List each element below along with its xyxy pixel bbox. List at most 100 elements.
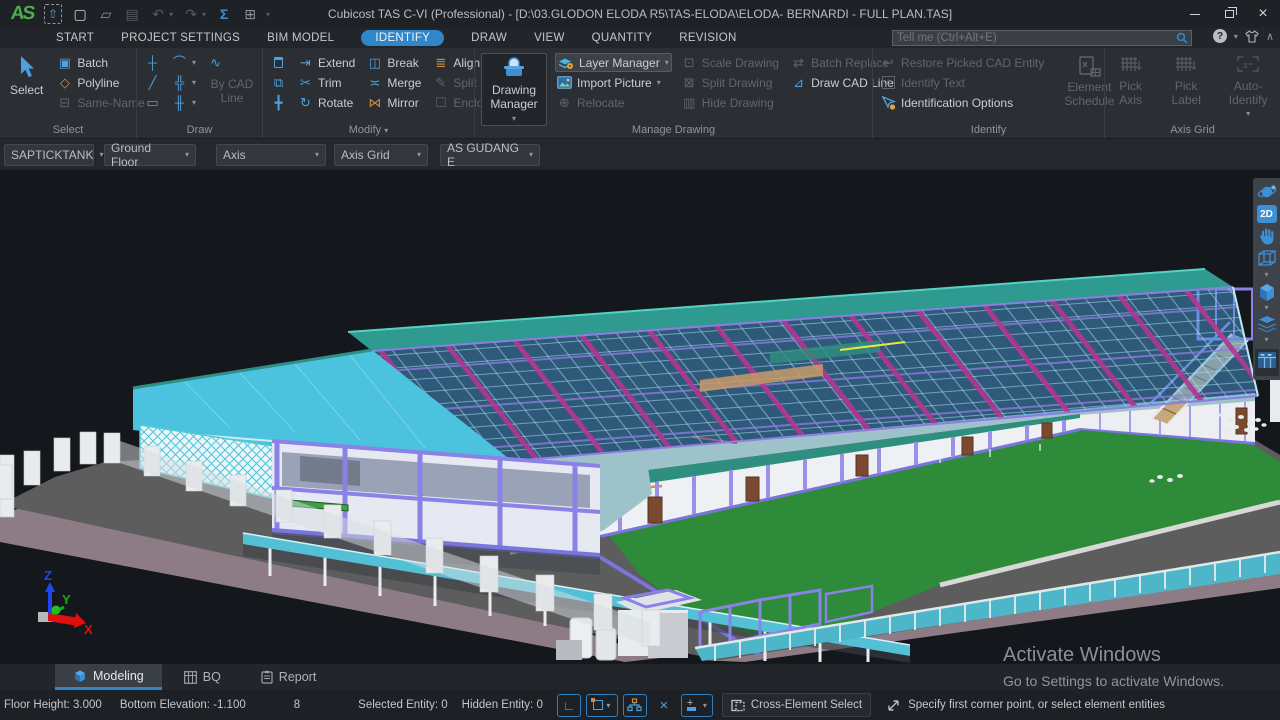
trim-icon: ✂ xyxy=(298,75,313,90)
tab-start[interactable]: START xyxy=(56,32,94,44)
chevron-down-icon[interactable]: ▾ xyxy=(1264,337,1268,343)
identify-text-button[interactable]: AIdentify Text xyxy=(879,73,1046,92)
chevron-down-icon[interactable]: ▾ xyxy=(1264,305,1268,311)
redo-icon[interactable]: ↷ xyxy=(183,5,199,23)
split-icon: ✎ xyxy=(433,75,448,90)
help-icon[interactable]: ? xyxy=(1213,29,1227,43)
copy-button[interactable]: ⧉ xyxy=(269,73,288,92)
undo-icon[interactable]: ↶ xyxy=(150,5,166,23)
relocate-button[interactable]: ⊕Relocate xyxy=(555,93,672,112)
polyline-select-button[interactable]: ◇Polyline xyxy=(55,73,146,92)
tab-report[interactable]: Report xyxy=(243,664,335,690)
save-file-icon[interactable]: ▤ xyxy=(124,5,140,23)
view-identify-icon[interactable]: ⊞ xyxy=(242,5,258,23)
region-select-button[interactable]: ▾ xyxy=(586,694,618,717)
layer-manager-button[interactable]: Layer Manager▾ xyxy=(555,53,672,72)
delete-button[interactable] xyxy=(269,53,288,72)
tellme-search-box[interactable] xyxy=(892,30,1192,46)
same-name-select-button[interactable]: ⊟Same-Name xyxy=(55,93,146,112)
enclose-icon: ☐ xyxy=(433,95,448,110)
draw-node-line-button[interactable]: ∿ xyxy=(206,53,262,72)
split-drawing-button[interactable]: ⊠Split Drawing xyxy=(680,73,781,92)
auto-identify-button[interactable]: Auto-Identify▾ xyxy=(1222,53,1274,120)
redo-dropdown-icon[interactable]: ▾ xyxy=(202,10,206,19)
pick-axis-button[interactable]: Pick Axis xyxy=(1111,53,1150,109)
2d-view-button[interactable]: 2D xyxy=(1257,205,1277,223)
export-model-icon[interactable]: ⇧ xyxy=(44,4,62,24)
element-type-dropdown[interactable]: Axis▾ xyxy=(216,144,326,166)
tellme-search-input[interactable] xyxy=(893,32,1176,44)
extend-button[interactable]: ⇥Extend xyxy=(296,53,357,72)
import-picture-button[interactable]: Import Picture▾ xyxy=(555,73,672,92)
tab-project-settings[interactable]: PROJECT SETTINGS xyxy=(121,32,240,44)
tab-identify[interactable]: IDENTIFY xyxy=(361,30,444,46)
draw-line-button[interactable]: ╱ xyxy=(143,73,162,92)
toolbar-more-icon[interactable]: ▾ xyxy=(266,10,270,19)
septic-tank-dropdown[interactable]: SAPTICKTANK▾ xyxy=(4,144,94,166)
break-button[interactable]: ◫Break xyxy=(365,53,423,72)
tab-bim-model[interactable]: BIM MODEL xyxy=(267,32,334,44)
by-cad-line-button[interactable]: By CAD Line xyxy=(206,73,262,111)
sum-quantity-icon[interactable]: Σ xyxy=(216,5,232,23)
floor-dropdown[interactable]: Ground Floor▾ xyxy=(104,144,196,166)
restore-picked-cad-button[interactable]: ↩Restore Picked CAD Entity xyxy=(879,53,1046,72)
draw-grid-button[interactable]: ╬▾ xyxy=(170,73,198,92)
draw-point-button[interactable]: ┼ xyxy=(143,53,162,72)
rotate-button[interactable]: ↻Rotate xyxy=(296,93,357,112)
hide-drawing-button[interactable]: ▥Hide Drawing xyxy=(680,93,781,112)
chevron-down-icon[interactable]: ▾ xyxy=(1264,272,1268,278)
model-canvas[interactable]: Z Y X xyxy=(0,170,1280,663)
close-button[interactable]: × xyxy=(1246,0,1280,28)
ribbon-tab-bar: START PROJECT SETTINGS BIM MODEL IDENTIF… xyxy=(0,28,1280,48)
ortho-mode-button[interactable]: ∟ xyxy=(557,694,581,717)
tab-quantity[interactable]: QUANTITY xyxy=(592,32,653,44)
pan-hand-icon[interactable] xyxy=(1259,227,1275,245)
undo-dropdown-icon[interactable]: ▾ xyxy=(169,10,173,19)
element-subtype-dropdown[interactable]: Axis Grid▾ xyxy=(334,144,428,166)
clear-selection-button[interactable]: × xyxy=(652,694,676,717)
group-label-manage-drawing: Manage Drawing xyxy=(475,124,872,136)
group-label-axis-grid: Axis Grid xyxy=(1105,124,1280,136)
floor-height-status: Floor Height: 3.000 xyxy=(4,699,102,711)
orbit-icon[interactable] xyxy=(1257,183,1277,201)
merge-button[interactable]: ≍Merge xyxy=(365,73,423,92)
new-file-icon[interactable]: ▢ xyxy=(72,5,88,23)
append-select-button[interactable]: +▾ xyxy=(681,694,713,717)
tab-revision[interactable]: REVISION xyxy=(679,32,736,44)
maximize-button[interactable] xyxy=(1212,0,1246,28)
open-file-icon[interactable]: ▱ xyxy=(98,5,114,23)
cross-element-select-toggle[interactable]: Cross-Element Select xyxy=(722,693,871,717)
tab-bq[interactable]: BQ xyxy=(166,664,239,690)
theme-shirt-icon[interactable] xyxy=(1245,30,1259,43)
element-schedule-view-button[interactable] xyxy=(1255,349,1279,376)
element-hierarchy-button[interactable] xyxy=(623,694,647,717)
shaded-view-icon[interactable] xyxy=(1257,282,1277,301)
identification-options-button[interactable]: Identification Options xyxy=(879,93,1046,112)
help-dropdown-icon[interactable]: ▾ xyxy=(1234,32,1238,41)
layers-icon[interactable] xyxy=(1257,315,1277,333)
axis-name-dropdown[interactable]: AS GUDANG E▾ xyxy=(440,144,540,166)
wireframe-view-icon[interactable] xyxy=(1257,249,1277,268)
drawing-manager-button[interactable]: Drawing Manager▾ xyxy=(481,53,547,126)
tab-modeling[interactable]: Modeling xyxy=(55,664,162,690)
draw-grid2-button[interactable]: ╫▾ xyxy=(170,93,198,112)
ribbon-group-manage-drawing: Drawing Manager▾ Layer Manager▾ Import P… xyxy=(474,48,872,138)
3d-viewport[interactable]: Z Y X 2D ▾ ▾ ▾ xyxy=(0,170,1280,663)
chevron-down-icon: ▾ xyxy=(529,150,533,159)
move-button[interactable]: ╋ xyxy=(269,93,288,112)
select-button[interactable]: Select xyxy=(6,53,47,99)
search-icon[interactable] xyxy=(1176,32,1188,44)
tab-draw[interactable]: DRAW xyxy=(471,32,507,44)
collapse-ribbon-icon[interactable]: ∧ xyxy=(1266,30,1274,43)
scale-drawing-button[interactable]: ⊡Scale Drawing xyxy=(680,53,781,72)
mirror-button[interactable]: ⋈Mirror xyxy=(365,93,423,112)
draw-arc-button[interactable]: ⌒▾ xyxy=(170,53,198,72)
group-label-modify[interactable]: Modify ▾ xyxy=(263,124,474,136)
tab-view[interactable]: VIEW xyxy=(534,32,565,44)
draw-rect-button[interactable]: ▭ xyxy=(143,93,162,112)
draw-point-icon: ┼ xyxy=(145,55,160,70)
batch-select-button[interactable]: ▣Batch xyxy=(55,53,146,72)
minimize-button[interactable] xyxy=(1178,0,1212,28)
trim-button[interactable]: ✂Trim xyxy=(296,73,357,92)
pick-label-button[interactable]: Pick Label xyxy=(1164,53,1208,109)
